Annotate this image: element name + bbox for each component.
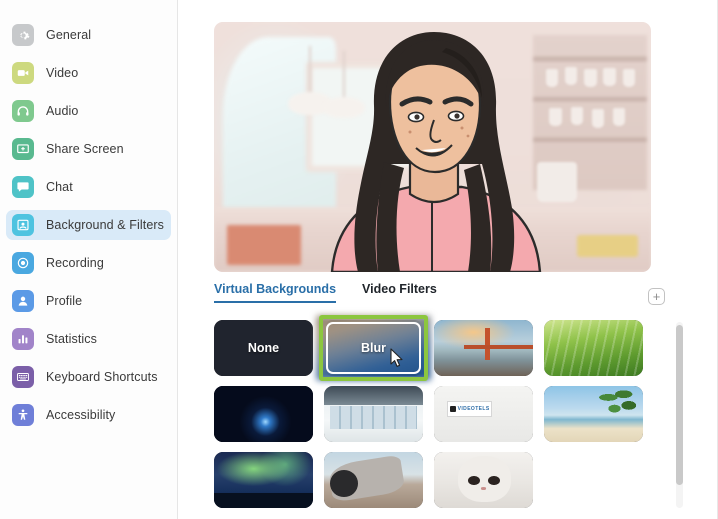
background-tile-label: Blur xyxy=(361,341,386,355)
background-thumbnail xyxy=(324,386,423,442)
background-and-filters-pane: Virtual Backgrounds Video Filters + None B… xyxy=(178,0,718,519)
background-tabs: Virtual Backgrounds Video Filters xyxy=(214,282,674,306)
sidebar-item-label: Statistics xyxy=(46,332,98,346)
tab-virtual-backgrounds[interactable]: Virtual Backgrounds xyxy=(214,282,337,303)
sidebar-item-label: Keyboard Shortcuts xyxy=(46,370,158,384)
logo-text: VIDEOTELS xyxy=(457,405,490,412)
preview-scene xyxy=(214,22,651,272)
background-tile-car[interactable] xyxy=(324,452,423,508)
sidebar-item-statistics[interactable]: Statistics xyxy=(6,324,171,354)
settings-sidebar: General Video Audio Share Screen Chat Backgro… xyxy=(0,0,178,519)
background-thumbnail xyxy=(214,452,313,508)
kitten-head xyxy=(457,456,512,503)
gear-icon xyxy=(12,24,34,46)
background-row: VIDEOTELS xyxy=(214,386,654,442)
background-row: None Blur xyxy=(214,315,654,381)
sidebar-item-accessibility[interactable]: Accessibility xyxy=(6,400,171,430)
background-thumbnail xyxy=(324,452,423,508)
background-tile-none[interactable]: None xyxy=(214,320,313,376)
sidebar-item-general[interactable]: General xyxy=(6,20,171,50)
background-tile-grass[interactable] xyxy=(544,320,643,376)
sidebar-item-chat[interactable]: Chat xyxy=(6,172,171,202)
background-tile-aurora-borealis[interactable] xyxy=(214,452,313,508)
background-thumbnail: VIDEOTELS xyxy=(434,386,533,442)
sidebar-item-label: Chat xyxy=(46,180,73,194)
background-thumbnail xyxy=(434,452,533,508)
background-tile-golden-gate-bridge[interactable] xyxy=(434,320,533,376)
sidebar-item-video[interactable]: Video xyxy=(6,58,171,88)
headphones-icon xyxy=(12,100,34,122)
kitten-eye xyxy=(467,475,480,486)
share-screen-icon xyxy=(12,138,34,160)
sidebar-item-label: Recording xyxy=(46,256,104,270)
virtual-background-grid: None Blur VIDEOTELS xyxy=(214,315,654,519)
sidebar-item-label: Accessibility xyxy=(46,408,116,422)
sidebar-item-label: Profile xyxy=(46,294,83,308)
scrollbar-thumb[interactable] xyxy=(676,325,683,485)
background-thumbnail xyxy=(544,386,643,442)
background-thumbnail xyxy=(214,386,313,442)
video-preview xyxy=(214,22,651,272)
chat-icon xyxy=(12,176,34,198)
logo-mark-icon xyxy=(449,405,456,412)
background-tile-blur[interactable]: Blur xyxy=(316,315,431,381)
sidebar-item-profile[interactable]: Profile xyxy=(6,286,171,316)
record-icon xyxy=(12,252,34,274)
tab-video-filters[interactable]: Video Filters xyxy=(362,282,437,301)
background-filters-icon xyxy=(12,214,34,236)
thumbnail-logo: VIDEOTELS xyxy=(446,400,493,418)
sidebar-item-background-filters[interactable]: Background & Filters xyxy=(6,210,171,240)
background-tile-modern-office[interactable] xyxy=(324,386,423,442)
sidebar-item-label: Video xyxy=(46,66,79,80)
background-row xyxy=(214,452,654,508)
profile-icon xyxy=(12,290,34,312)
background-grid-scrollbar[interactable] xyxy=(676,322,683,508)
sidebar-item-share-screen[interactable]: Share Screen xyxy=(6,134,171,164)
camera-icon xyxy=(12,62,34,84)
keyboard-icon xyxy=(12,366,34,388)
background-tile-white-wall[interactable]: VIDEOTELS xyxy=(434,386,533,442)
plus-icon: + xyxy=(652,289,661,304)
background-tile-label: None xyxy=(247,341,280,355)
sidebar-item-label: Background & Filters xyxy=(46,218,165,232)
accessibility-icon xyxy=(12,404,34,426)
background-thumbnail xyxy=(544,320,643,376)
sidebar-item-label: General xyxy=(46,28,92,42)
sidebar-item-keyboard-shortcuts[interactable]: Keyboard Shortcuts xyxy=(6,362,171,392)
sidebar-item-label: Share Screen xyxy=(46,142,124,156)
sidebar-item-audio[interactable]: Audio xyxy=(6,96,171,126)
palm-tree-icon xyxy=(587,387,640,428)
kitten-nose xyxy=(480,486,487,490)
background-thumbnail xyxy=(434,320,533,376)
zoom-settings-window: General Video Audio Share Screen Chat Backgro… xyxy=(0,0,718,519)
sidebar-item-recording[interactable]: Recording xyxy=(6,248,171,278)
statistics-icon xyxy=(12,328,34,350)
sidebar-item-label: Audio xyxy=(46,104,79,118)
background-tile-beach-with-palm-tree[interactable] xyxy=(544,386,643,442)
mouse-cursor-icon xyxy=(390,348,405,373)
background-tile-kitten[interactable] xyxy=(434,452,533,508)
add-background-button[interactable]: + xyxy=(648,288,665,305)
person-illustration xyxy=(330,32,542,272)
background-tile-earth-from-space[interactable] xyxy=(214,386,313,442)
